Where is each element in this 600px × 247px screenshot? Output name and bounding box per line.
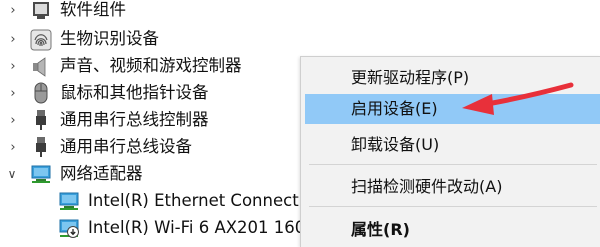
menu-item-label: 更新驱动程序(P) xyxy=(351,68,470,87)
tree-item-usb-controllers[interactable]: › 通用串行总线控制器 xyxy=(0,108,300,134)
tree-item-network-adapters[interactable]: ∨ 网络适配器 xyxy=(0,162,300,188)
tree-item-usb-devices[interactable]: › 通用串行总线设备 xyxy=(0,135,300,161)
tree-item-mouse[interactable]: › 鼠标和其他指针设备 xyxy=(0,81,300,107)
menu-item-label: 扫描检测硬件改动(A) xyxy=(351,177,503,196)
mouse-icon xyxy=(34,82,48,104)
usb-icon xyxy=(36,137,46,157)
tree-item-label: Intel(R) Wi-Fi 6 AX201 160 xyxy=(88,218,306,237)
menu-separator xyxy=(309,164,597,165)
tree-item-label: 网络适配器 xyxy=(60,164,143,183)
tree-item-sound-video[interactable]: › 声音、视频和游戏控制器 xyxy=(0,54,300,80)
menu-item-label: 属性(R) xyxy=(351,220,410,239)
tree-item-software-components[interactable]: › 软件组件 xyxy=(0,0,300,26)
network-adapter-ethernet[interactable]: Intel(R) Ethernet Connecti xyxy=(0,189,304,215)
tree-item-label: 鼠标和其他指针设备 xyxy=(60,83,209,102)
tree-item-label: 软件组件 xyxy=(60,0,126,19)
chevron-right-icon[interactable]: › xyxy=(6,141,20,155)
chevron-right-icon[interactable]: › xyxy=(6,114,20,128)
menu-item-properties[interactable]: 属性(R) xyxy=(305,215,600,245)
menu-item-update-driver[interactable]: 更新驱动程序(P) xyxy=(305,63,600,93)
chevron-right-icon[interactable]: › xyxy=(6,4,20,18)
menu-separator xyxy=(309,206,597,207)
network-adapter-icon xyxy=(31,165,51,183)
chevron-right-icon[interactable]: › xyxy=(6,87,20,101)
chevron-right-icon[interactable]: › xyxy=(6,33,20,47)
fingerprint-icon xyxy=(30,29,52,51)
chevron-right-icon[interactable]: › xyxy=(6,60,20,74)
tree-item-label: 通用串行总线控制器 xyxy=(60,110,209,129)
menu-item-uninstall-device[interactable]: 卸载设备(U) xyxy=(305,130,600,160)
menu-item-scan-hardware[interactable]: 扫描检测硬件改动(A) xyxy=(305,172,600,202)
software-component-icon xyxy=(33,2,49,19)
speaker-icon xyxy=(33,57,46,77)
usb-icon xyxy=(36,110,46,130)
network-adapter-disabled-icon xyxy=(59,219,79,238)
tree-item-label: 生物识别设备 xyxy=(60,29,159,48)
network-adapter-icon xyxy=(59,192,79,210)
tree-item-label: 通用串行总线设备 xyxy=(60,137,192,156)
tree-item-label: 声音、视频和游戏控制器 xyxy=(60,56,242,75)
menu-item-enable-device[interactable]: 启用设备(E) xyxy=(305,94,600,124)
context-menu: 更新驱动程序(P) 启用设备(E) 卸载设备(U) 扫描检测硬件改动(A) 属性… xyxy=(300,56,600,247)
menu-item-label: 卸载设备(U) xyxy=(351,135,440,154)
menu-item-label: 启用设备(E) xyxy=(351,99,438,118)
chevron-down-icon[interactable]: ∨ xyxy=(5,167,19,181)
network-adapter-wifi[interactable]: Intel(R) Wi-Fi 6 AX201 160 xyxy=(0,216,305,242)
tree-item-biometric[interactable]: › 生物识别设备 xyxy=(0,27,300,53)
tree-item-label: Intel(R) Ethernet Connecti xyxy=(88,191,304,210)
